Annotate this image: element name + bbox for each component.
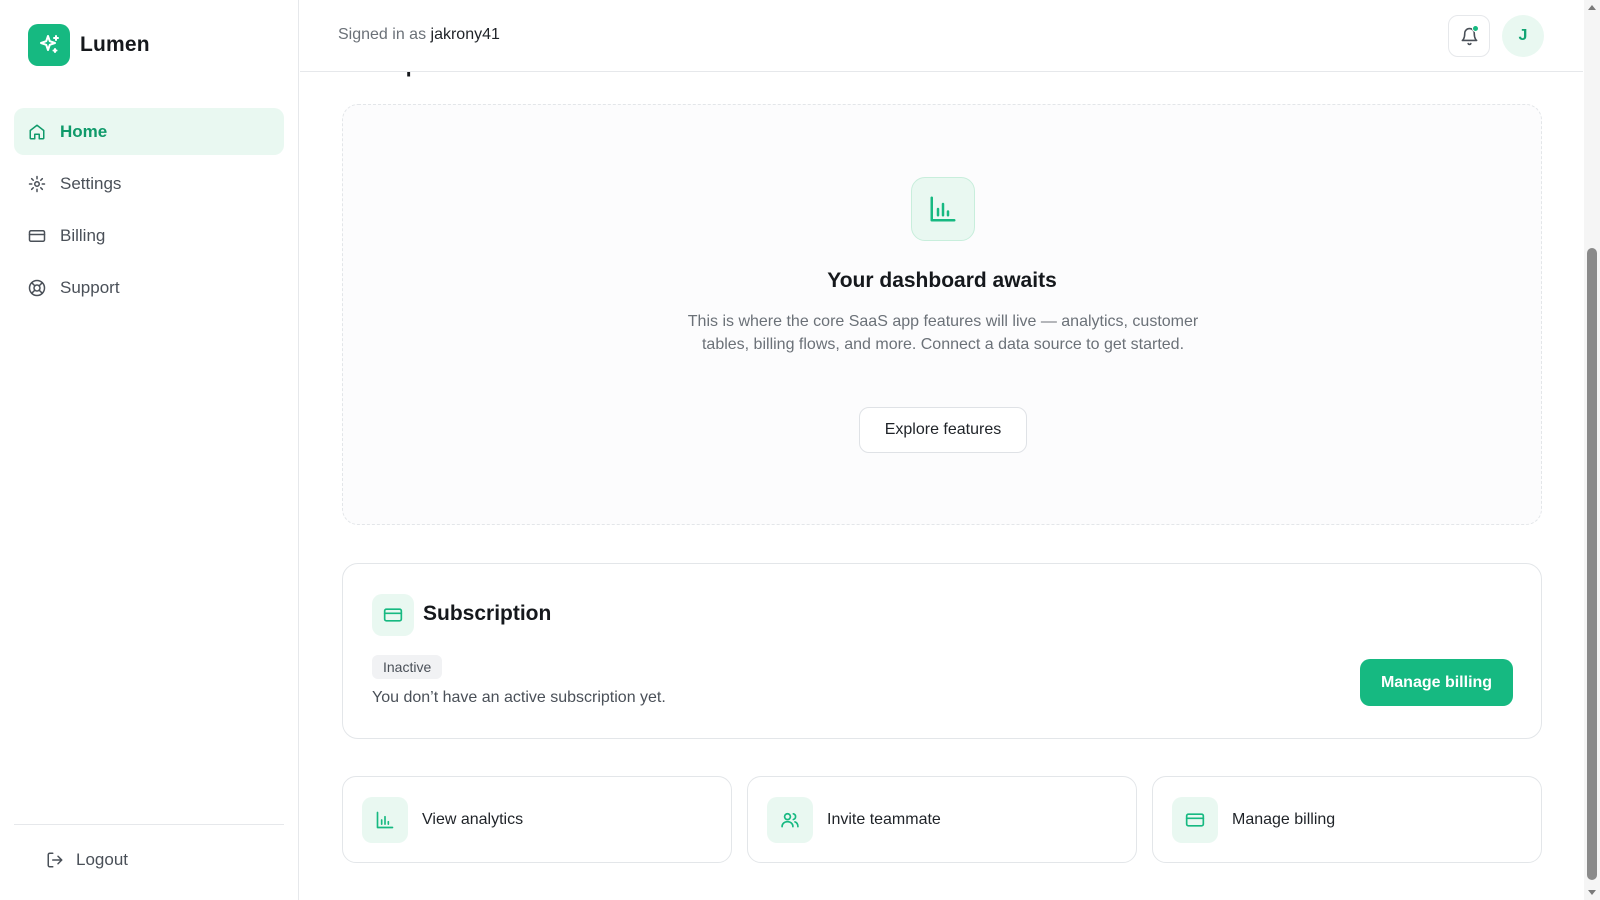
manage-billing-button[interactable]: Manage billing (1360, 659, 1513, 706)
lifebuoy-icon (28, 279, 46, 296)
scrollbar-thumb[interactable] (1587, 248, 1597, 880)
explore-features-button[interactable]: Explore features (859, 407, 1027, 453)
sidebar-item-label: Home (60, 121, 108, 141)
subscription-message: You don’t have an active subscription ye… (372, 689, 666, 706)
users-icon (767, 796, 813, 843)
gear-icon (28, 175, 46, 192)
status-badge: Inactive (372, 655, 443, 679)
logout-button[interactable]: Logout (46, 850, 128, 870)
quick-action-label: View analytics (422, 810, 524, 828)
brand-name: Lumen (80, 33, 150, 56)
scroll-up-arrow-icon[interactable] (1588, 5, 1596, 10)
sidebar-item-label: Billing (60, 225, 106, 245)
logout-icon (47, 852, 63, 868)
empty-state-card: Your dashboard awaits This is where the … (342, 104, 1542, 525)
sidebar: Lumen Home Settings Billing Support Logo… (0, 0, 299, 900)
signed-in-prefix: Signed in as (338, 26, 427, 43)
bar-chart-icon (911, 177, 975, 241)
quick-action-manage-billing[interactable]: Manage billing (1152, 776, 1542, 863)
scroll-down-arrow-icon[interactable] (1588, 890, 1596, 895)
sidebar-item-support[interactable]: Support (14, 264, 284, 311)
credit-card-icon (372, 594, 414, 636)
brand[interactable]: Lumen (28, 24, 150, 66)
username: jakrony41 (430, 26, 500, 43)
subscription-title: Subscription (423, 602, 552, 625)
sparkles-icon (28, 24, 70, 66)
quick-action-view-analytics[interactable]: View analytics (342, 776, 732, 863)
sidebar-divider (14, 824, 284, 825)
logout-label: Logout (76, 850, 128, 869)
bar-chart-icon (362, 796, 408, 843)
signed-in-text: Signed in as jakrony41 (338, 26, 500, 44)
sidebar-nav: Home Settings Billing Support (14, 108, 284, 316)
quick-action-invite-teammate[interactable]: Invite teammate (747, 776, 1137, 863)
quick-actions: View analytics Invite teammate Manage bi… (342, 776, 1542, 863)
sidebar-item-home[interactable]: Home (14, 108, 284, 155)
empty-state-title: Your dashboard awaits (827, 269, 1057, 292)
subscription-card: Subscription Inactive You don’t have an … (342, 563, 1542, 739)
empty-state-description: This is where the core SaaS app features… (687, 313, 1199, 353)
notifications-button[interactable] (1448, 15, 1490, 57)
scrollbar[interactable] (1584, 0, 1600, 900)
quick-action-label: Invite teammate (827, 810, 941, 828)
notification-dot (1472, 25, 1479, 32)
sidebar-item-billing[interactable]: Billing (14, 212, 284, 259)
credit-card-icon (1172, 796, 1218, 843)
sidebar-item-label: Support (60, 277, 120, 297)
top-header: Signed in as jakrony41 J (300, 0, 1583, 72)
home-icon (29, 124, 45, 139)
avatar[interactable]: J (1502, 15, 1544, 57)
quick-action-label: Manage billing (1232, 810, 1336, 828)
sidebar-item-settings[interactable]: Settings (14, 160, 284, 207)
main-content: Workspace View all Your dashboard awaits… (300, 0, 1583, 900)
sidebar-item-label: Settings (60, 173, 122, 193)
credit-card-icon (28, 229, 46, 242)
